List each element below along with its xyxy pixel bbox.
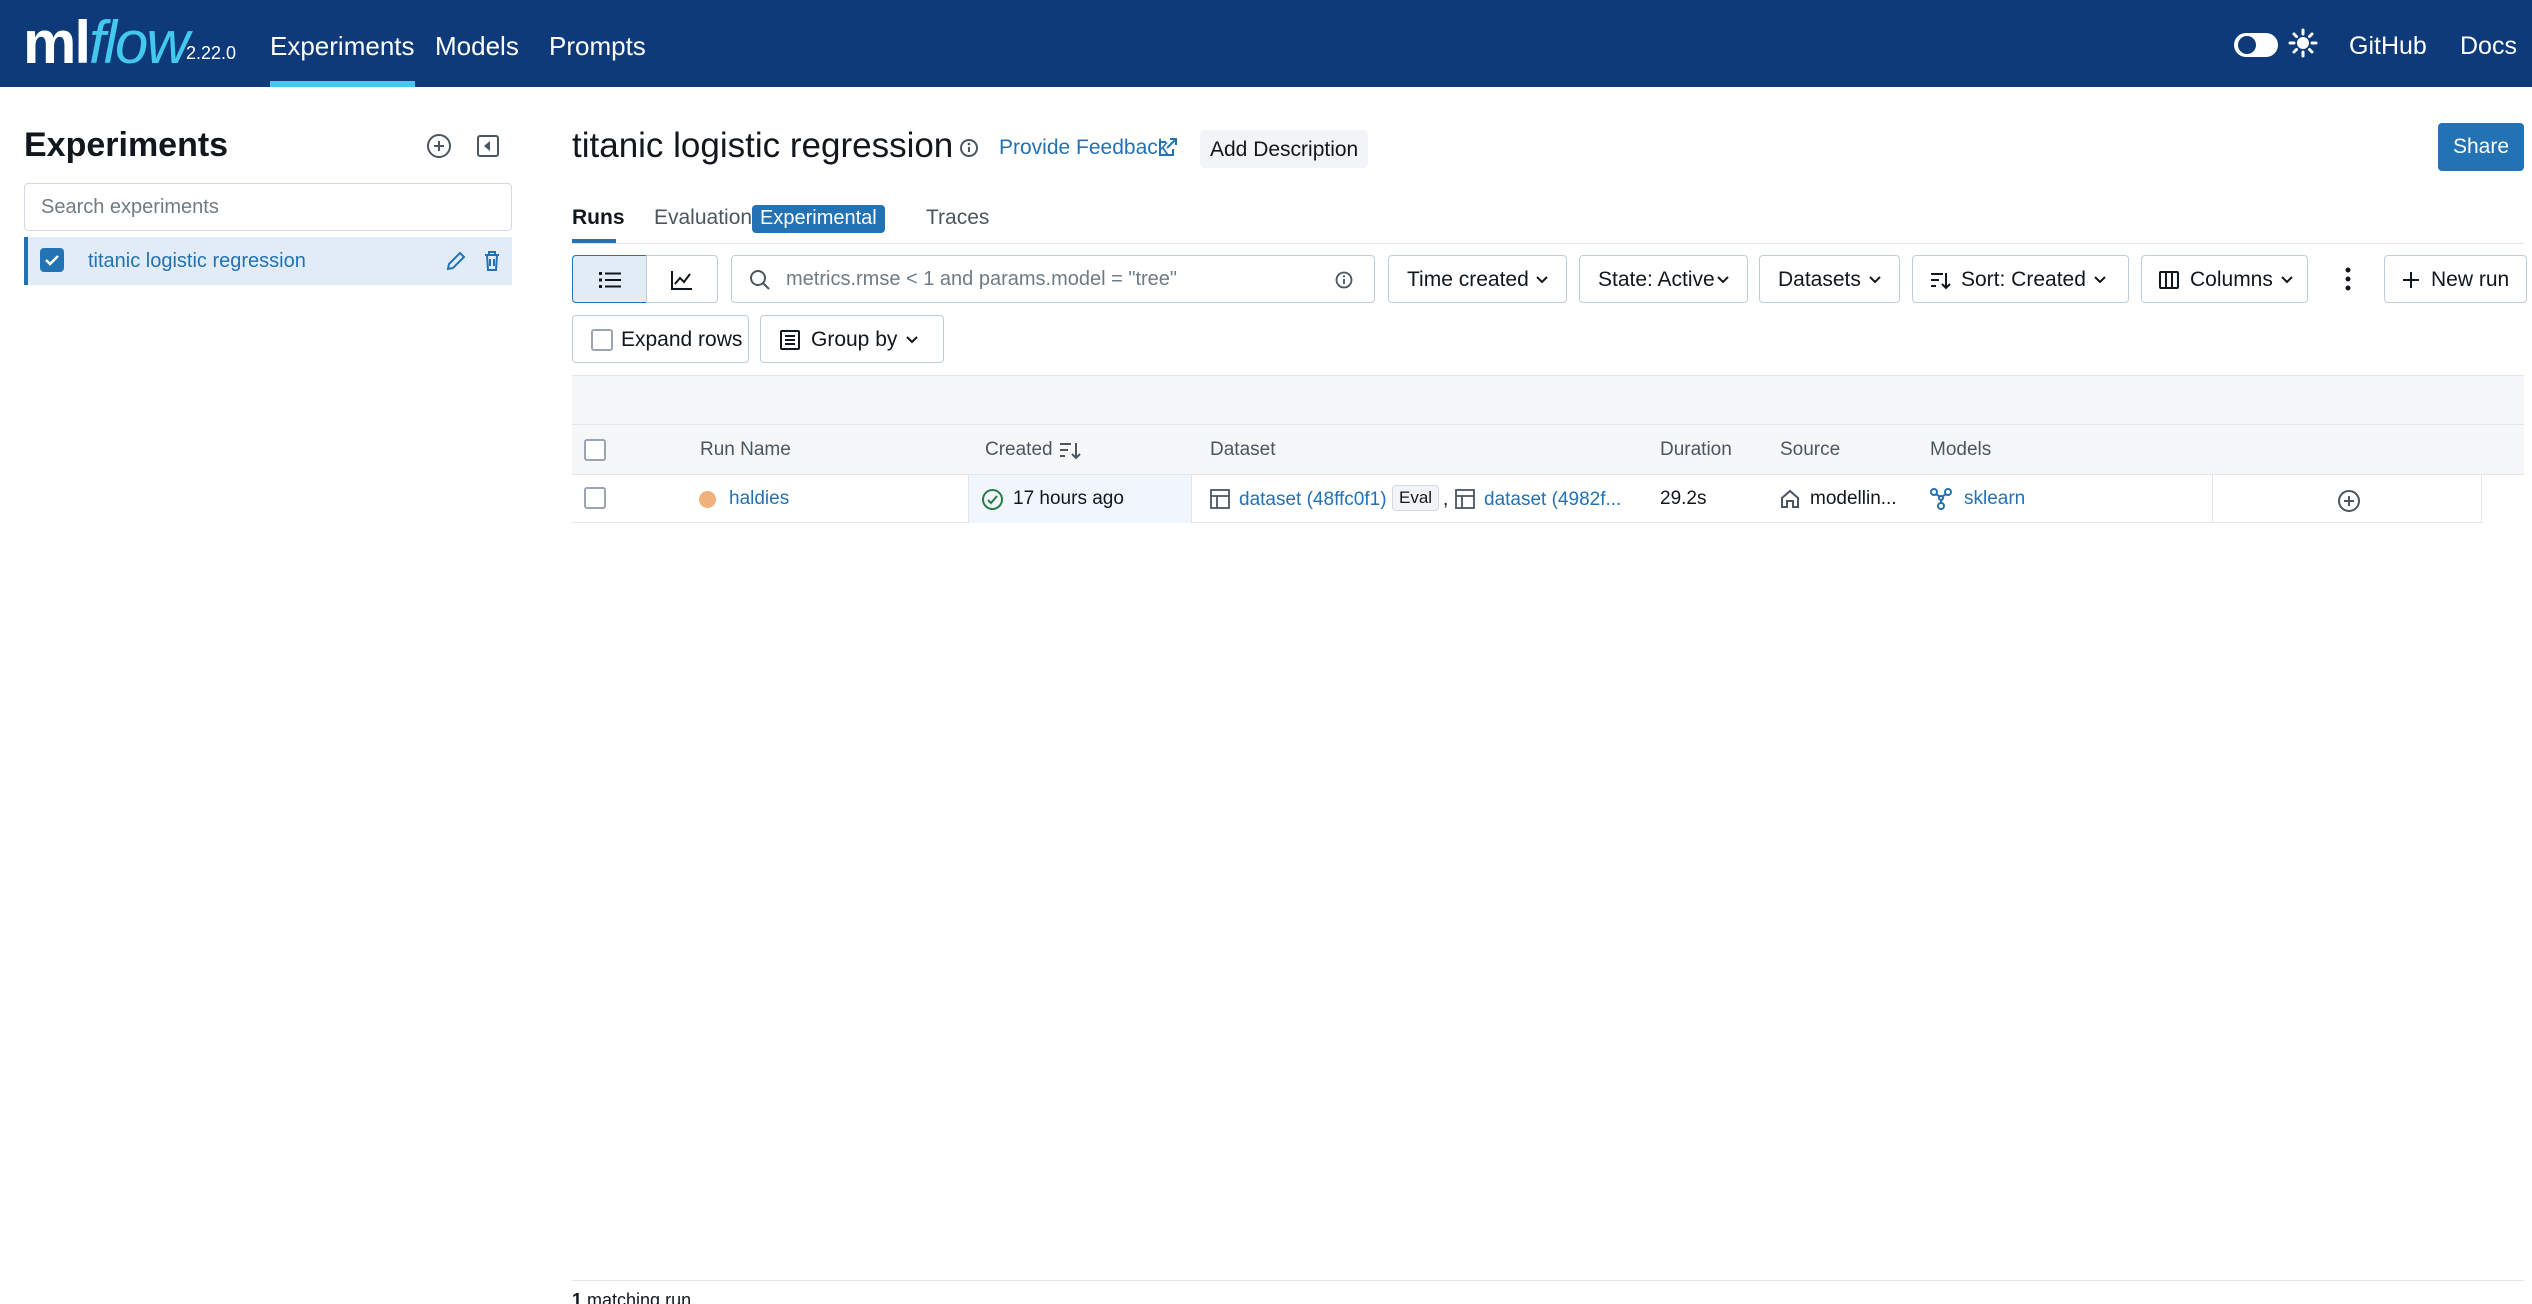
toggle-knob	[2238, 36, 2256, 54]
sort-icon	[1931, 273, 1951, 290]
sort-dropdown[interactable]: Sort: Created	[1912, 255, 2129, 303]
eval-badge: Eval	[1392, 485, 1440, 511]
duration-value: 29.2s	[1660, 488, 1707, 509]
add-circle-icon[interactable]	[2337, 489, 2361, 513]
success-check-icon	[982, 489, 1003, 510]
chevron-down-icon	[906, 336, 918, 344]
add-circle-icon[interactable]	[426, 133, 452, 159]
row-checkbox[interactable]	[584, 487, 606, 509]
table-icon	[1455, 489, 1475, 509]
top-navbar: mlflow 2.22.0 Experiments Models Prompts…	[0, 0, 2532, 87]
experimental-badge: Experimental	[752, 205, 885, 233]
new-run-button[interactable]: New run	[2384, 255, 2527, 303]
footer-divider	[572, 1280, 2524, 1281]
list-icon	[599, 272, 621, 288]
list-view-button[interactable]	[572, 255, 647, 303]
col-dataset[interactable]: Dataset	[1210, 439, 1275, 461]
model-link[interactable]: sklearn	[1964, 488, 2025, 510]
add-column-cell	[2212, 475, 2482, 523]
model-icon	[1930, 488, 1952, 510]
more-options-icon[interactable]	[2340, 264, 2356, 294]
github-link[interactable]: GitHub	[2349, 0, 2427, 87]
col-duration[interactable]: Duration	[1660, 439, 1732, 461]
provide-feedback-link[interactable]: Provide Feedback	[999, 136, 1168, 160]
created-cell: 17 hours ago	[968, 475, 1192, 523]
matching-runs-count: 1 matching run	[572, 1290, 692, 1304]
theme-toggle[interactable]	[2234, 33, 2278, 57]
chevron-down-icon	[1869, 276, 1881, 284]
run-color-dot[interactable]	[699, 491, 716, 508]
experiment-checkbox[interactable]	[40, 248, 64, 272]
experiment-search-input[interactable]: Search experiments	[24, 183, 512, 231]
add-description-button[interactable]: Add Description	[1200, 130, 1369, 168]
run-search-placeholder: metrics.rmse < 1 and params.model = "tre…	[786, 268, 1178, 290]
run-search-input[interactable]: metrics.rmse < 1 and params.model = "tre…	[731, 255, 1375, 303]
columns-dropdown[interactable]: Columns	[2141, 255, 2308, 303]
tabs-divider	[572, 243, 2524, 244]
table-group-header	[572, 375, 2524, 425]
chevron-down-icon	[2281, 276, 2293, 284]
col-source[interactable]: Source	[1780, 439, 1840, 461]
chevron-down-icon	[1717, 276, 1729, 284]
chevron-down-icon	[1536, 276, 1548, 284]
columns-icon	[2159, 271, 2179, 289]
state-filter-dropdown[interactable]: State: Active	[1579, 255, 1748, 303]
version-label: 2.22.0	[186, 43, 237, 63]
col-models[interactable]: Models	[1930, 439, 1991, 461]
external-link-icon[interactable]	[1156, 135, 1180, 159]
search-icon	[750, 270, 770, 290]
tab-runs[interactable]: Runs	[572, 206, 625, 230]
home-icon	[1781, 489, 1799, 508]
group-by-dropdown[interactable]: Group by	[760, 315, 944, 363]
nav-models[interactable]: Models	[435, 0, 519, 87]
sidebar-item-experiment[interactable]: titanic logistic regression	[24, 237, 512, 285]
sun-icon[interactable]	[2288, 28, 2318, 58]
tab-evaluation[interactable]: Evaluation	[654, 206, 752, 230]
run-name-link[interactable]: haldies	[729, 488, 789, 510]
check-icon	[45, 255, 59, 266]
source-value[interactable]: modellin...	[1810, 488, 1897, 510]
trash-icon[interactable]	[480, 249, 504, 273]
col-created[interactable]: Created	[985, 439, 1053, 461]
experiment-title: titanic logistic regression	[572, 126, 954, 165]
info-icon[interactable]	[958, 137, 980, 159]
sort-desc-icon[interactable]	[1058, 438, 1082, 462]
sidebar-title: Experiments	[24, 126, 229, 164]
dataset-link-1[interactable]: dataset (48ffc0f1)	[1239, 489, 1387, 511]
collapse-sidebar-icon[interactable]	[475, 133, 501, 159]
dataset-separator: ,	[1443, 489, 1449, 510]
time-created-dropdown[interactable]: Time created	[1388, 255, 1567, 303]
nav-experiments[interactable]: Experiments	[270, 0, 415, 87]
experiment-name: titanic logistic regression	[88, 250, 306, 272]
share-button[interactable]: Share	[2438, 123, 2524, 171]
table-icon	[1210, 489, 1230, 509]
col-run-name[interactable]: Run Name	[700, 439, 791, 461]
plus-icon	[2403, 272, 2419, 288]
info-icon[interactable]	[1334, 270, 1354, 290]
docs-link[interactable]: Docs	[2460, 0, 2517, 87]
table-header: Run Name Created Dataset Duration Source…	[572, 425, 2524, 475]
tab-traces[interactable]: Traces	[926, 206, 989, 230]
chevron-down-icon	[2094, 276, 2106, 284]
line-chart-icon	[671, 271, 692, 290]
edit-pencil-icon[interactable]	[444, 249, 468, 273]
expand-rows-checkbox[interactable]	[591, 329, 613, 351]
select-all-checkbox[interactable]	[584, 439, 606, 461]
mlflow-logo[interactable]: mlflow	[23, 8, 190, 78]
nav-prompts[interactable]: Prompts	[549, 0, 646, 87]
dataset-link-2[interactable]: dataset (4982f...	[1484, 489, 1621, 511]
table-row[interactable]: haldies 17 hours ago dataset (48ffc0f1) …	[572, 475, 2482, 523]
chart-view-button[interactable]	[646, 255, 718, 303]
datasets-dropdown[interactable]: Datasets	[1759, 255, 1900, 303]
group-icon	[780, 330, 800, 350]
created-time: 17 hours ago	[1013, 488, 1124, 509]
expand-rows-toggle[interactable]: Expand rows	[572, 315, 749, 363]
